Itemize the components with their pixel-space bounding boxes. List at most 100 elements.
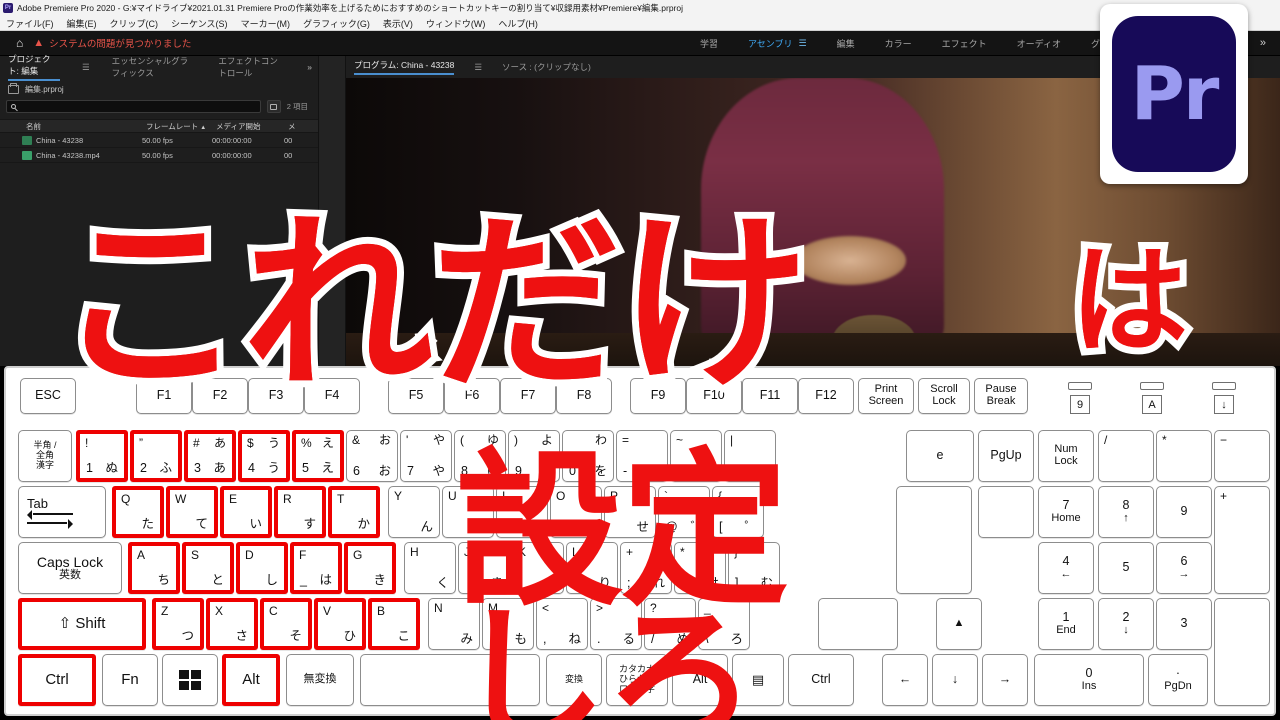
key-2[interactable]: ” 2 ふ [130,430,182,482]
key-fn[interactable]: Fn [102,654,158,706]
workspace-menu-icon[interactable]: ☰ [799,38,807,49]
key-numpad-7[interactable]: 7 Home [1038,486,1094,538]
tab-program-monitor[interactable]: プログラム: China - 43238 [354,59,455,75]
key-numpad-4[interactable]: 4 ← [1038,542,1094,594]
key-g[interactable]: Gき [344,542,396,594]
key-numpad-decimal[interactable]: · PgDn [1148,654,1208,706]
key-e[interactable]: Eい [220,486,272,538]
system-warning[interactable]: ▲ システムの問題が見つかりました [33,36,191,50]
key-d[interactable]: Dし [236,542,288,594]
key-z[interactable]: Zつ [152,598,204,650]
key-r[interactable]: Rす [274,486,326,538]
key-b[interactable]: Bこ [368,598,420,650]
key-h[interactable]: Hく [404,542,456,594]
key-numpad-plus[interactable]: + [1214,486,1270,594]
table-row[interactable]: China - 43238 50.00 fps 00:00:00:00 00 [0,133,318,148]
key-6[interactable]: & お 6 お [346,430,398,482]
menu-item-clip[interactable]: クリップ(C) [110,17,159,30]
workspace-tab-editing[interactable]: 編集 [837,37,855,50]
col-framerate[interactable]: フレームレート ▲ [142,121,212,132]
key-alt-left[interactable]: Alt [222,654,280,706]
key-arrow-up[interactable]: ▲ [936,598,982,650]
key-shift-right[interactable] [818,598,898,650]
key-numpad-enter[interactable] [1214,598,1270,706]
key-arrow-down[interactable]: ↓ [932,654,978,706]
tab-project[interactable]: プロジェクト: 編集 [8,53,60,81]
key-arrow-left[interactable]: ← [882,654,928,706]
key-muhenkan[interactable]: 無変換 [286,654,354,706]
key-numpad-9[interactable]: 9 [1156,486,1212,538]
menu-item-sequence[interactable]: シーケンス(S) [171,17,228,30]
key-5[interactable]: % え 5 え [292,430,344,482]
workspace-tab-effects[interactable]: エフェクト [942,37,987,50]
key-q[interactable]: Qた [112,486,164,538]
menu-item-window[interactable]: ウィンドウ(W) [426,17,486,30]
workspace-tab-audio[interactable]: オーディオ [1017,37,1061,50]
key-pause-break[interactable]: Pause Break [974,378,1028,414]
key-4[interactable]: $ う 4 う [238,430,290,482]
col-media-start[interactable]: メディア開始 [212,121,284,132]
key-7[interactable]: ' や 7 や [400,430,452,482]
col-media-end[interactable]: メ [284,121,318,132]
filter-button[interactable] [266,100,281,113]
search-box[interactable] [6,100,261,113]
key-ctrl-left[interactable]: Ctrl [18,654,96,706]
key-numpad-0[interactable]: 0 Ins [1034,654,1144,706]
key-scroll-lock[interactable]: Scroll Lock [918,378,970,414]
key-w[interactable]: Wて [166,486,218,538]
key-arrow-right[interactable]: → [982,654,1028,706]
col-name[interactable]: 名前 [22,121,142,132]
key-tab[interactable]: Tab [18,486,106,538]
tab-effect-controls[interactable]: エフェクトコントロール [218,55,285,79]
key-pgup[interactable]: PgUp [978,430,1034,482]
left-tabs-more-icon[interactable]: » [307,62,318,72]
workspace-tab-assembly[interactable]: アセンブリ [748,37,793,50]
workspace-tab-learning[interactable]: 学習 [700,37,718,50]
tab-source-monitor[interactable]: ソース : (クリップなし) [502,61,591,73]
key-numpad-multiply[interactable]: * [1156,430,1212,482]
key-ctrl-right[interactable]: Ctrl [788,654,854,706]
tab-essential-graphics[interactable]: エッセンシャルグラフィックス [112,55,197,79]
key-numpad-minus[interactable]: − [1214,430,1270,482]
key-hankaku-zenkaku[interactable]: 半角 / 全角 漢字 [18,430,72,482]
key-windows[interactable] [162,654,218,706]
workspace-tab-color[interactable]: カラー [885,37,912,50]
key-y[interactable]: Yん [388,486,440,538]
project-panel-menu-icon[interactable]: ☰ [82,62,90,73]
menu-item-help[interactable]: ヘルプ(H) [498,17,538,30]
menu-item-view[interactable]: 表示(V) [383,17,413,30]
key-x[interactable]: Xさ [206,598,258,650]
menu-item-marker[interactable]: マーカー(M) [241,17,291,30]
key-t[interactable]: Tか [328,486,380,538]
key-numpad-2[interactable]: 2 ↓ [1098,598,1154,650]
key-3[interactable]: # あ 3 あ [184,430,236,482]
key-numpad-1[interactable]: 1 End [1038,598,1094,650]
workspace-more-icon[interactable]: » [1260,37,1266,49]
key-numpad-3[interactable]: 3 [1156,598,1212,650]
key-s[interactable]: Sと [182,542,234,594]
key-enter[interactable] [896,486,972,594]
menu-item-edit[interactable]: 編集(E) [67,17,97,30]
key-a[interactable]: Aち [128,542,180,594]
menu-item-graphics[interactable]: グラフィック(G) [303,17,370,30]
key-c[interactable]: Cそ [260,598,312,650]
key-caps-lock[interactable]: Caps Lock 英数 [18,542,122,594]
key-f[interactable]: F _ は [290,542,342,594]
key-numpad-5[interactable]: 5 [1098,542,1154,594]
key-1[interactable]: ! 1 ぬ [76,430,128,482]
key-numpad-8[interactable]: 8 ↑ [1098,486,1154,538]
search-input[interactable] [19,102,256,111]
menu-item-file[interactable]: ファイル(F) [6,17,54,30]
key-numlock[interactable]: Num Lock [1038,430,1094,482]
key-v[interactable]: Vひ [314,598,366,650]
key-pgdn[interactable] [978,486,1034,538]
key-shift-left[interactable]: ⇧ Shift [18,598,146,650]
key-numpad-divide[interactable]: / [1098,430,1154,482]
home-icon[interactable]: ⌂ [16,36,23,50]
key-backspace[interactable]: e [906,430,974,482]
key-v-kana: ひ [343,628,356,643]
menu-bar[interactable]: ファイル(F) 編集(E) クリップ(C) シーケンス(S) マーカー(M) グ… [0,16,1280,31]
program-panel-menu-icon[interactable]: ☰ [474,62,482,73]
key-numpad-6[interactable]: 6 → [1156,542,1212,594]
key-print-screen[interactable]: Print Screen [858,378,914,414]
